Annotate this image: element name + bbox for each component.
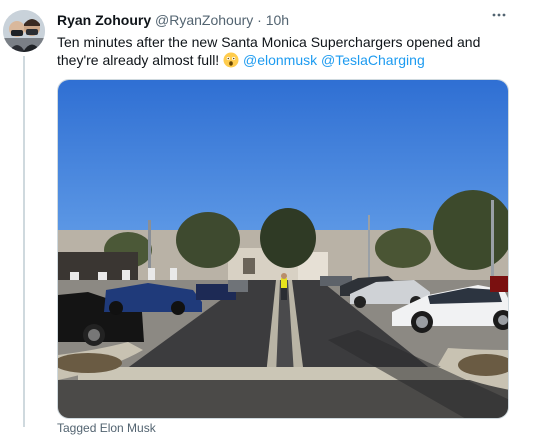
thread-connector-line [23, 56, 25, 427]
astonished-face-emoji [223, 52, 239, 72]
header-separator: · [257, 12, 262, 28]
tweet-body: Ten minutes after the new Santa Monica S… [57, 33, 517, 72]
supercharger-parking-lot-photo [58, 80, 508, 418]
author-handle[interactable]: @RyanZohoury [155, 12, 253, 28]
tagged-users-label[interactable]: Tagged Elon Musk [57, 421, 156, 435]
more-horizontal-icon [492, 13, 506, 17]
tweet-header: Ryan Zohoury @RyanZohoury · 10h [57, 12, 497, 28]
mention-link[interactable]: @TeslaCharging [321, 52, 425, 68]
more-options-button[interactable] [489, 7, 509, 27]
author-name[interactable]: Ryan Zohoury [57, 12, 151, 28]
mention-link[interactable]: @elonmusk [243, 52, 317, 68]
avatar[interactable] [3, 10, 45, 52]
tweet-photo[interactable] [57, 79, 509, 419]
avatar-photo [3, 10, 45, 52]
tweet-timestamp[interactable]: 10h [266, 12, 289, 28]
